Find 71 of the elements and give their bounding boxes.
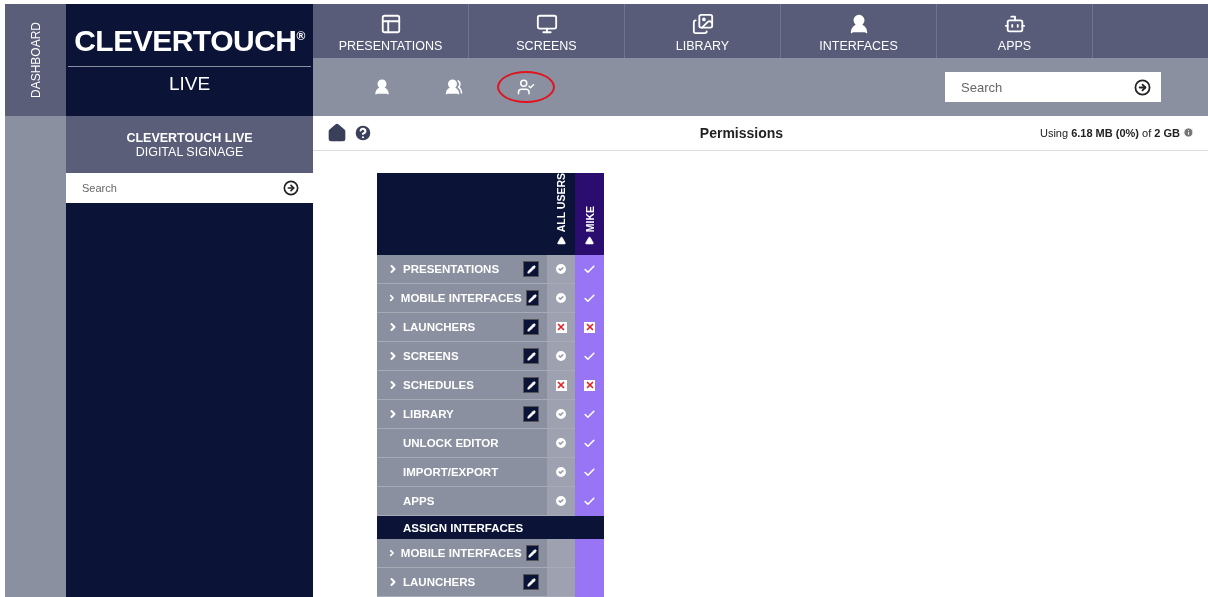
permission-cell[interactable] [547,487,575,516]
sidebar-subtitle: DIGITAL SIGNAGE [135,144,244,159]
permission-cell[interactable] [547,342,575,371]
pencil-icon [526,264,536,274]
logo-subtitle: LIVE [168,73,211,95]
edit-button[interactable] [523,406,539,422]
logo-name: CLEVERTOUCH$^{®}$ [68,24,311,67]
permission-cell[interactable] [575,255,604,284]
home-icon[interactable] [327,122,347,143]
permission-cell[interactable] [575,539,604,568]
pencil-icon [526,322,536,332]
pencil-icon [526,577,536,587]
dashboard-tab[interactable]: DASHBOARD [5,4,66,116]
sort-icon [585,236,594,245]
edit-button[interactable] [523,348,539,364]
permission-cell[interactable] [547,313,575,342]
go-icon[interactable] [283,180,299,196]
sidebar-title: CLEVERTOUCH LIVE [126,130,253,145]
permission-cell[interactable] [575,568,604,597]
permission-row[interactable]: MOBILE INTERFACES [377,539,547,568]
edit-button[interactable] [523,377,539,393]
permission-cell[interactable] [547,539,575,568]
permission-cell[interactable] [547,284,575,313]
storage-usage: Using 6.18 MB (0%) of 2 GB [1039,126,1180,139]
sort-icon [556,236,566,245]
edit-button[interactable] [523,319,539,335]
user-check-icon [517,78,535,96]
permission-row[interactable]: LAUNCHERS [377,313,547,342]
permission-row[interactable]: APPS [377,487,547,516]
chevron-icon[interactable] [387,547,397,559]
permission-row[interactable]: SCHEDULES [377,371,547,400]
pencil-icon [527,293,537,303]
permission-row[interactable]: LIBRARY [377,400,547,429]
edit-button[interactable] [525,545,539,561]
permission-row[interactable]: LAUNCHERS [377,568,547,597]
permission-row[interactable]: PRESENTATIONS [377,255,547,284]
permission-cell[interactable] [547,429,575,458]
monitor-icon [535,13,558,35]
chevron-icon[interactable] [387,292,397,304]
robot-icon [1003,13,1026,35]
edit-button[interactable] [525,290,539,306]
permission-cell[interactable] [575,487,604,516]
edit-button[interactable] [523,574,539,590]
permission-cell[interactable] [547,568,575,597]
group-icon [445,78,463,96]
permission-row[interactable]: SCREENS [377,342,547,371]
help-icon[interactable] [353,122,373,143]
permission-row[interactable]: MOBILE INTERFACES [377,284,547,313]
pencil-icon [526,380,536,390]
pencil-icon [526,409,536,419]
permission-cell[interactable] [547,458,575,487]
search-bar[interactable]: Search [66,173,313,203]
permission-cell[interactable] [547,400,575,429]
layout-icon [379,13,402,35]
pencil-icon [526,351,536,361]
permission-row[interactable]: UNLOCK EDITOR [377,429,547,458]
column-header[interactable]: MIKE [575,172,604,255]
section-header: ASSIGN INTERFACES [377,516,604,539]
go-icon[interactable] [1134,78,1151,96]
column-header[interactable]: ALL USERS [547,172,575,255]
media-icon [691,13,714,35]
search-bar[interactable]: Search [945,72,1161,102]
permission-cell[interactable] [547,255,575,284]
page-title: Permissions [698,124,785,141]
edit-button[interactable] [523,261,539,277]
info-icon[interactable] [1183,127,1194,139]
permission-row[interactable]: IMPORT/EXPORT [377,458,547,487]
pencil-icon [527,548,537,558]
permission-cell[interactable] [547,371,575,400]
subnav-button[interactable] [497,71,555,103]
user-icon [373,78,391,96]
